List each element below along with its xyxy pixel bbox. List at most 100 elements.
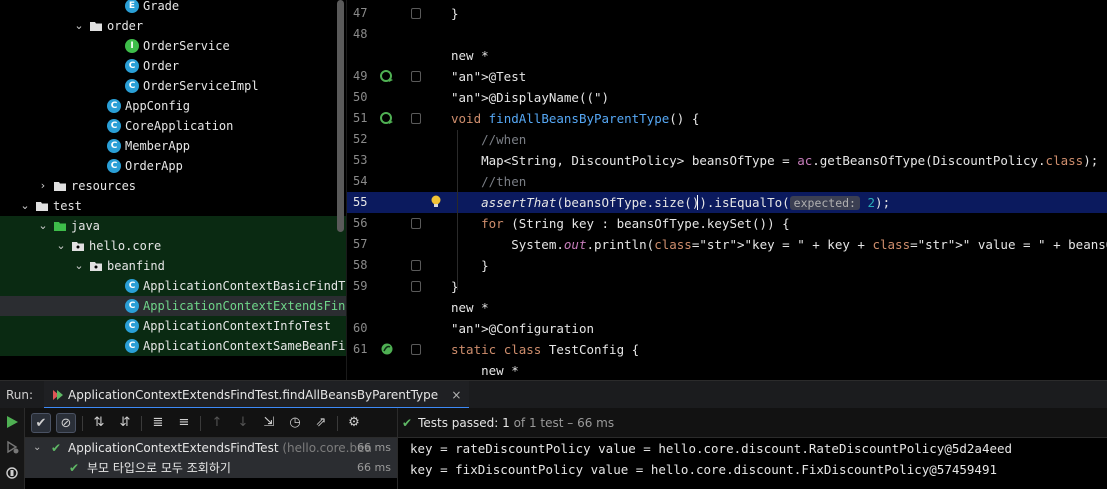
code-line[interactable]: 47} — [347, 3, 1107, 24]
tree-item-orderserviceimpl[interactable]: C OrderServiceImpl — [0, 76, 346, 96]
tree-item-label: test — [53, 199, 82, 213]
tree-item-applicationcontextextendsfindtest[interactable]: C ApplicationContextExtendsFindTest — [0, 296, 346, 316]
tree-item-orderservice[interactable]: I OrderService — [0, 36, 346, 56]
sort-by-duration-icon[interactable]: ⇵ — [115, 413, 135, 433]
tree-item-applicationcontextsamebeanfindtest[interactable]: C ApplicationContextSameBeanFindTest — [0, 336, 346, 356]
run-test-icon[interactable] — [380, 111, 394, 125]
code-line[interactable]: 61 static class TestConfig { — [347, 339, 1107, 360]
chevron-down-icon[interactable]: ⌄ — [55, 236, 67, 256]
line-number: 53 — [353, 153, 368, 167]
close-icon[interactable]: × — [451, 388, 461, 402]
history-icon[interactable]: ◷ — [285, 413, 305, 433]
toolbar-separator — [200, 416, 201, 431]
folder-icon — [54, 182, 66, 191]
toggle-auto-test-icon[interactable] — [4, 465, 20, 481]
code-line[interactable]: 58 } — [347, 255, 1107, 276]
text-caret — [697, 195, 698, 210]
tree-item-orderapp[interactable]: C OrderApp — [0, 156, 346, 176]
test-method-duration: 66 ms — [357, 461, 391, 474]
tree-item-order[interactable]: C Order — [0, 56, 346, 76]
show-passed-icon[interactable]: ✔ — [31, 413, 51, 433]
chevron-down-icon[interactable]: ⌄ — [33, 438, 41, 458]
tree-item-resources[interactable]: › resources — [0, 176, 346, 196]
code-line[interactable]: 54 //then — [347, 171, 1107, 192]
rerun-icon[interactable] — [4, 414, 20, 430]
code-line[interactable]: 53 Map<String, DiscountPolicy> beansOfTy… — [347, 150, 1107, 171]
fold-marker-icon[interactable] — [411, 218, 421, 229]
chevron-down-icon[interactable]: ⌄ — [73, 16, 85, 36]
code-line[interactable]: 59} — [347, 276, 1107, 297]
tree-item-coreapplication[interactable]: C CoreApplication — [0, 116, 346, 136]
project-tree-scrollbar[interactable] — [337, 0, 344, 232]
export-icon[interactable]: ⇗ — [311, 413, 331, 433]
test-class-row[interactable]: ⌄ ✔ ApplicationContextExtendsFindTest (h… — [25, 438, 397, 458]
tree-item-java[interactable]: ⌄ java — [0, 216, 346, 236]
show-ignored-icon[interactable]: ⊘ — [56, 413, 76, 433]
tree-item-label: Order — [143, 59, 180, 73]
rerun-failed-icon[interactable] — [4, 439, 20, 455]
code-line[interactable]: 56 for (String key : beansOfType.keySet(… — [347, 213, 1107, 234]
console-output[interactable]: key = rateDiscountPolicy value = hello.c… — [398, 438, 1107, 489]
spring-bean-icon[interactable] — [380, 342, 394, 356]
code-line[interactable]: 49 "an">@Test — [347, 66, 1107, 87]
passed-check-icon: ✔ — [51, 441, 62, 455]
tree-item-label: resources — [71, 179, 137, 193]
tree-item-appconfig[interactable]: C AppConfig — [0, 96, 346, 116]
next-failed-icon[interactable]: ↓ — [233, 413, 253, 433]
previous-failed-icon[interactable]: ↑ — [207, 413, 227, 433]
chevron-down-icon[interactable]: ⌄ — [73, 256, 85, 276]
tree-item-applicationcontextbasicfindtest[interactable]: C ApplicationContextBasicFindTest — [0, 276, 346, 296]
test-class-name: ApplicationContextExtendsFindTest — [68, 441, 279, 455]
console-line: key = rateDiscountPolicy value = hello.c… — [410, 441, 1013, 456]
tree-item-applicationcontextinfotest[interactable]: C ApplicationContextInfoTest — [0, 316, 346, 336]
code-line[interactable]: 52 //when — [347, 129, 1107, 150]
code-line[interactable]: new * — [347, 45, 1107, 66]
code-line[interactable]: 57 System.out.println(class="str">"key =… — [347, 234, 1107, 255]
code-line[interactable]: 55 assertThat(beansOfType.size()).isEqua… — [347, 192, 1107, 213]
tree-item-label: ApplicationContextBasicFindTest — [143, 279, 346, 293]
fold-marker-icon[interactable] — [411, 260, 421, 271]
test-results-tree: ⌄ ✔ ApplicationContextExtendsFindTest (h… — [25, 438, 397, 489]
chevron-down-icon[interactable]: ⌄ — [19, 196, 31, 216]
sort-alphabetically-icon[interactable]: ⇅ — [89, 413, 109, 433]
code-line[interactable]: new * — [347, 360, 1107, 380]
code-editor[interactable]: 47} 48 new * 49 "an">@Test 50 "an">@DisplayNam… — [346, 0, 1107, 380]
code-text: new * — [451, 48, 489, 63]
run-test-icon[interactable] — [380, 69, 394, 83]
line-number: 57 — [353, 237, 368, 251]
code-line[interactable]: 51 void findAllBeansByParentType() { — [347, 108, 1107, 129]
run-tab[interactable]: ApplicationContextExtendsFindTest.findAl… — [44, 381, 470, 409]
test-method-row[interactable]: ✔ 부모 타입으로 모두 조회하기 66 ms — [25, 458, 397, 478]
tree-item-grade[interactable]: E Grade — [0, 0, 346, 16]
code-line[interactable]: 60 "an">@Configuration — [347, 318, 1107, 339]
import-tests-icon[interactable]: ⇲ — [259, 413, 279, 433]
tree-item-test[interactable]: ⌄ test — [0, 196, 346, 216]
tree-item-beanfind[interactable]: ⌄ beanfind — [0, 256, 346, 276]
passed-check-icon: ✔ — [402, 416, 413, 430]
tree-item-label: AppConfig — [125, 99, 191, 113]
line-number: 56 — [353, 216, 368, 230]
chevron-down-icon[interactable]: ⌄ — [37, 216, 49, 236]
tree-item-label: beanfind — [107, 259, 165, 273]
expand-all-icon[interactable]: ≣ — [148, 413, 168, 433]
intention-bulb-icon[interactable] — [430, 195, 442, 209]
code-text: Map<String, DiscountPolicy> beansOfType … — [451, 153, 1099, 168]
fold-marker-icon[interactable] — [411, 113, 421, 124]
tree-item-memberapp[interactable]: C MemberApp — [0, 136, 346, 156]
tree-item-hello-core[interactable]: ⌄ hello.core — [0, 236, 346, 256]
fold-marker-icon[interactable] — [411, 281, 421, 292]
indent-guide — [457, 130, 458, 290]
fold-marker-icon[interactable] — [411, 71, 421, 82]
tree-item-label: order — [107, 19, 144, 33]
chevron-right-icon[interactable]: › — [37, 176, 49, 196]
fold-marker-icon[interactable] — [411, 344, 421, 355]
code-line[interactable]: new * — [347, 297, 1107, 318]
code-line[interactable]: 48 — [347, 24, 1107, 45]
code-line[interactable]: 50 "an">@DisplayName((") — [347, 87, 1107, 108]
toolbar-separator — [141, 416, 142, 431]
fold-marker-icon[interactable] — [411, 8, 421, 19]
test-class-duration: 66 ms — [357, 441, 391, 454]
gear-icon[interactable]: ⚙ — [344, 413, 364, 433]
collapse-all-icon[interactable]: ≡ — [174, 413, 194, 433]
tree-item-order[interactable]: ⌄ order — [0, 16, 346, 36]
